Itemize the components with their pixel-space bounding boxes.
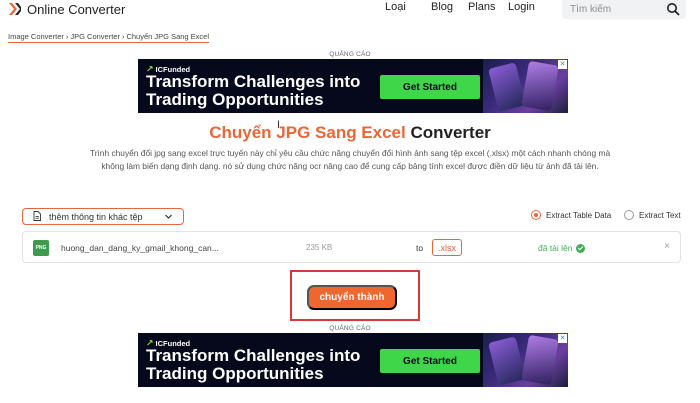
ad-phone-image [483,333,568,387]
site-header: Online Converter Loại Blog Plans Login [0,0,700,20]
page-title: Chuyển JPG Sang Excel Converter [0,123,700,143]
ad-close-icon[interactable]: ✕ [558,60,567,69]
search-box [562,0,686,19]
chevron-down-icon [164,212,173,223]
extract-table-option[interactable]: Extract Table Data [531,210,611,220]
extract-text-label: Extract Text [639,210,681,220]
file-size: 235 KB [306,243,333,252]
nav-blog[interactable]: Blog [431,1,453,13]
ad-banner-bottom[interactable]: ↗ ICFunded Transform Challenges into Tra… [138,333,568,387]
extract-text-option[interactable]: Extract Text [624,210,681,220]
ad-label-bottom: QUẢNG CÁO [329,325,371,332]
breadcrumb-item-image-converter[interactable]: Image Converter [8,32,64,41]
target-format-select[interactable]: .xlsx [432,239,462,256]
page-description: Trình chuyển đổi jpg sang excel trực tuy… [89,148,611,171]
breadcrumb-separator: › [121,32,125,41]
logo-icon [8,2,22,16]
ad-close-icon[interactable]: ✕ [558,334,567,343]
site-logo[interactable]: Online Converter [8,0,125,18]
nav-categories[interactable]: Loại [385,1,406,13]
breadcrumb-separator: › [65,32,69,41]
extract-table-label: Extract Table Data [546,210,612,220]
file-icon [33,210,41,223]
search-input[interactable] [570,2,665,16]
more-file-info-dropdown[interactable]: thêm thông tin khác tệp [22,208,184,225]
nav-login[interactable]: Login [508,1,535,13]
ad-headline: Transform Challenges into Trading Opport… [146,346,361,383]
breadcrumb-item-jpg-converter[interactable]: JPG Converter [70,32,120,41]
radio-extract-text[interactable] [624,210,634,220]
ad-get-started-button[interactable]: Get Started [380,349,480,373]
ad-headline: Transform Challenges into Trading Opport… [146,72,361,109]
title-rest: Converter [410,123,491,142]
search-icon[interactable] [666,2,680,16]
breadcrumb: Image Converter › JPG Converter › Chuyển… [8,32,210,43]
remove-file-icon[interactable]: × [664,241,670,252]
check-circle-icon [575,243,585,253]
nav-plans[interactable]: Plans [468,1,496,13]
to-label: to [416,243,424,253]
ad-label-top: QUẢNG CÁO [329,51,371,58]
more-file-info-label: thêm thông tin khác tệp [49,211,143,222]
ad-phone-image [483,59,568,113]
breadcrumb-item-current[interactable]: Chuyển JPG Sang Excel [126,32,209,41]
upload-status-text: đã tải lên [538,243,573,253]
radio-extract-table[interactable] [531,210,541,220]
upload-status: đã tải lên [538,243,585,253]
convert-button[interactable]: chuyển thành [307,285,397,310]
logo-text: Online Converter [27,1,126,17]
ad-get-started-button[interactable]: Get Started [380,75,480,99]
file-row: PNG huong_dan_dang_ky_gmail_khong_can...… [22,231,681,263]
png-file-icon: PNG [33,240,49,256]
file-name: huong_dan_dang_ky_gmail_khong_can... [61,243,219,253]
title-accent: Chuyển JPG Sang Excel [209,123,406,142]
ad-banner-top[interactable]: ↗ ICFunded Transform Challenges into Tra… [138,59,568,113]
